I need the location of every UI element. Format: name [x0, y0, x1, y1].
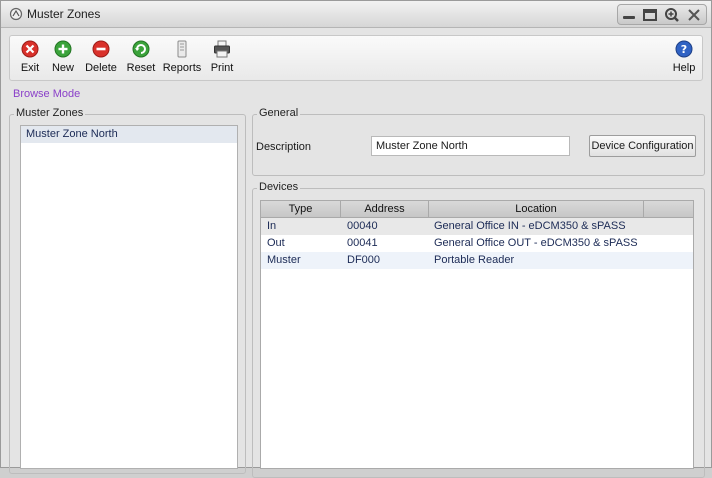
- help-label: Help: [672, 62, 696, 74]
- cell-location: Portable Reader: [434, 254, 515, 266]
- reset-button[interactable]: Reset: [124, 40, 158, 78]
- muster-zones-window: Muster Zones Exit New Delete Reset Repor…: [0, 0, 712, 478]
- window-title: Muster Zones: [27, 7, 101, 21]
- column-header-location[interactable]: Location: [429, 201, 644, 218]
- reset-label: Reset: [126, 62, 156, 74]
- cell-type: Out: [267, 237, 285, 249]
- column-header-address[interactable]: Address: [341, 201, 429, 218]
- new-label: New: [51, 62, 74, 74]
- exit-label: Exit: [20, 62, 40, 74]
- close-icon[interactable]: [685, 7, 703, 23]
- devices-table-header: Type Address Location: [261, 201, 693, 218]
- add-icon: [54, 40, 72, 58]
- cell-address: 00041: [347, 237, 378, 249]
- help-icon: ?: [675, 40, 693, 58]
- delete-button[interactable]: Delete: [83, 40, 119, 78]
- table-row[interactable]: Muster DF000 Portable Reader: [261, 252, 693, 269]
- cell-address: DF000: [347, 254, 381, 266]
- maximize-icon[interactable]: [641, 7, 659, 23]
- mode-indicator: Browse Mode: [13, 88, 81, 100]
- reports-label: Reports: [162, 62, 202, 74]
- column-header-type[interactable]: Type: [261, 201, 341, 218]
- muster-zones-group-title: Muster Zones: [14, 107, 86, 119]
- description-field[interactable]: Muster Zone North: [371, 136, 570, 156]
- title-bar[interactable]: Muster Zones: [1, 1, 711, 28]
- reports-icon: [177, 40, 187, 58]
- cell-location: General Office IN - eDCM350 & sPASS: [434, 220, 626, 232]
- table-row[interactable]: Out 00041 General Office OUT - eDCM350 &…: [261, 235, 693, 252]
- window-controls: [617, 4, 707, 25]
- cell-type: Muster: [267, 254, 301, 266]
- device-configuration-button[interactable]: Device Configuration: [589, 135, 696, 157]
- table-row[interactable]: In 00040 General Office IN - eDCM350 & s…: [261, 218, 693, 235]
- cell-type: In: [267, 220, 277, 232]
- svg-text:?: ?: [681, 43, 687, 56]
- exit-button[interactable]: Exit: [14, 40, 46, 78]
- minimize-icon[interactable]: [620, 7, 638, 23]
- column-header-filler: [644, 201, 693, 218]
- printer-icon: [214, 40, 230, 58]
- reset-icon: [132, 40, 150, 58]
- reports-button[interactable]: Reports: [162, 40, 202, 78]
- app-icon: [9, 7, 23, 21]
- help-button[interactable]: ? Help: [670, 40, 698, 78]
- new-button[interactable]: New: [48, 40, 78, 78]
- zoom-icon[interactable]: [663, 7, 681, 23]
- delete-icon: [92, 40, 110, 58]
- general-group-title: General: [257, 107, 301, 119]
- devices-group-title: Devices: [257, 181, 301, 193]
- delete-label: Delete: [85, 62, 117, 74]
- muster-zones-list[interactable]: Muster Zone North: [20, 125, 238, 469]
- print-button[interactable]: Print: [208, 40, 236, 78]
- cell-address: 00040: [347, 220, 378, 232]
- print-label: Print: [210, 62, 234, 74]
- toolbar: Exit New Delete Reset Reports Print ? He…: [9, 35, 703, 81]
- exit-icon: [21, 40, 39, 58]
- cell-location: General Office OUT - eDCM350 & sPASS: [434, 237, 638, 249]
- description-label: Description: [256, 141, 312, 153]
- devices-table[interactable]: Type Address Location In 00040 General O…: [260, 200, 694, 469]
- list-item[interactable]: Muster Zone North: [21, 126, 237, 143]
